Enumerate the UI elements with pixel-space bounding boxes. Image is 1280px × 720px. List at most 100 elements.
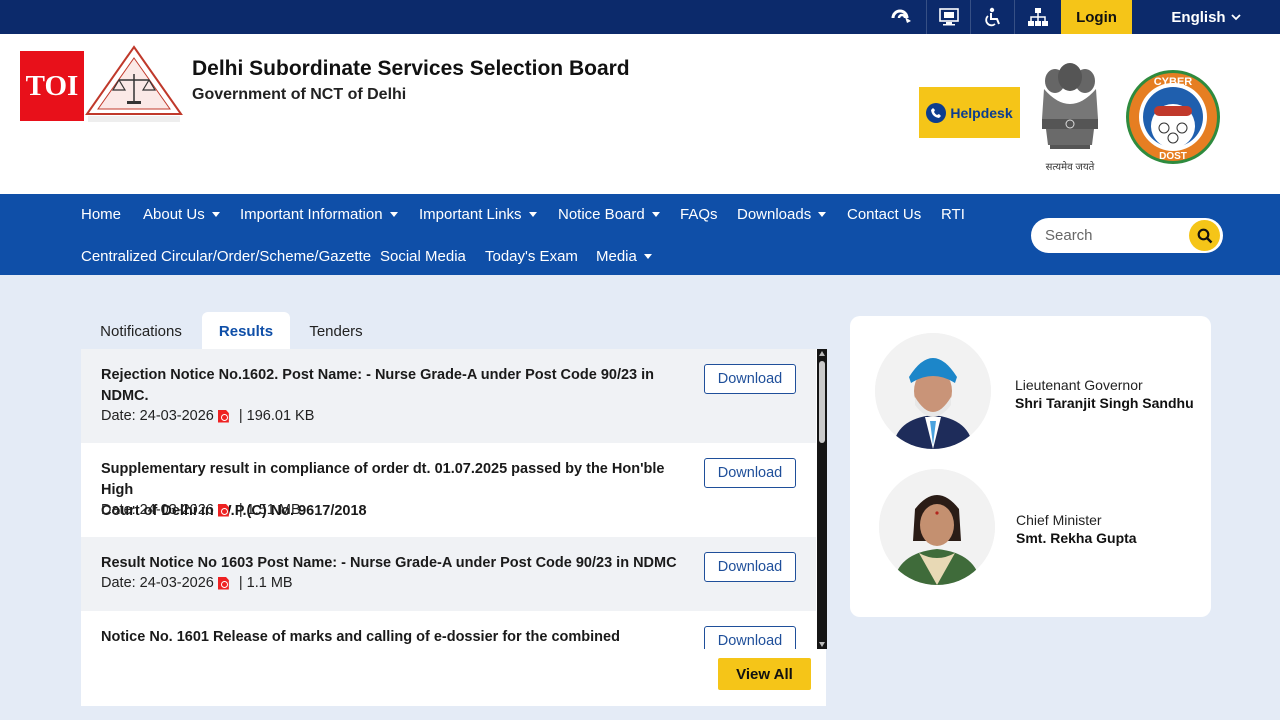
- nav-item-home[interactable]: Home: [81, 206, 121, 223]
- download-button[interactable]: Download: [704, 552, 796, 582]
- caret-down-icon: [651, 212, 660, 217]
- language-label: English: [1171, 8, 1226, 26]
- result-date: Date: 24-03-2026: [101, 502, 214, 518]
- nav-item-centralized-circular[interactable]: Centralized Circular/Order/Scheme/Gazett…: [81, 248, 371, 265]
- result-title: Notice No. 1601 Release of marks and cal…: [101, 627, 671, 648]
- helpdesk-label: Helpdesk: [950, 104, 1013, 121]
- pdf-icon[interactable]: [217, 409, 229, 423]
- nav-item-rti[interactable]: RTI: [941, 206, 965, 223]
- result-meta: Date: 24-03-2026 | 196.01 KB: [101, 408, 314, 424]
- list-item: Notice No. 1601 Release of marks and cal…: [81, 611, 816, 649]
- scroll-down-arrow-icon[interactable]: [819, 642, 825, 647]
- nav-label: Notice Board: [558, 206, 645, 223]
- scroll-up-arrow-icon[interactable]: [819, 351, 825, 356]
- results-scrollbar[interactable]: [817, 349, 827, 649]
- caret-down-icon: [528, 212, 537, 217]
- page-title: Delhi Subordinate Services Selection Boa…: [192, 57, 630, 80]
- list-item: Rejection Notice No.1602. Post Name: - N…: [81, 349, 816, 443]
- results-list: Rejection Notice No.1602. Post Name: - N…: [81, 349, 816, 649]
- result-title: Result Notice No 1603 Post Name: - Nurse…: [101, 553, 701, 574]
- tab-notifications[interactable]: Notifications: [81, 312, 201, 350]
- official-role: Chief Minister: [1016, 512, 1102, 528]
- file-size: | 1.51 MB: [238, 502, 301, 518]
- result-meta: Date: 24-03-2026 | 1.1 MB: [101, 575, 293, 591]
- cyber-dost-logo-icon[interactable]: CYBER DOST: [1124, 68, 1222, 166]
- cyber-logo-text-top: CYBER: [1154, 76, 1193, 88]
- nav-item-important-links[interactable]: Important Links: [419, 206, 537, 223]
- page-subtitle: Government of NCT of Delhi: [192, 86, 407, 103]
- results-panel: Rejection Notice No.1602. Post Name: - N…: [81, 349, 827, 706]
- result-title-line: Notice No. 1601 Release of marks and cal…: [101, 629, 620, 645]
- caret-down-icon: [643, 254, 652, 259]
- file-size: | 196.01 KB: [238, 408, 315, 424]
- nav-item-todays-exam[interactable]: Today's Exam: [485, 248, 578, 265]
- result-date: Date: 24-03-2026: [101, 408, 214, 424]
- tab-results[interactable]: Results: [202, 312, 290, 350]
- caret-down-icon: [389, 212, 398, 217]
- chief-minister-photo: [879, 469, 995, 585]
- list-item: Supplementary result in compliance of or…: [81, 443, 816, 537]
- result-title-line: Supplementary result in compliance of or…: [101, 461, 665, 498]
- accessibility-icon[interactable]: [970, 0, 1014, 34]
- result-meta: Date: 24-03-2026 | 1.51 MB: [101, 502, 301, 518]
- view-all-button[interactable]: View All: [718, 658, 811, 690]
- scrollbar-thumb[interactable]: [819, 361, 825, 443]
- sitemap-icon[interactable]: [1014, 0, 1061, 34]
- nav-item-notice-board[interactable]: Notice Board: [558, 206, 660, 223]
- result-date: Date: 24-03-2026: [101, 575, 214, 591]
- search-icon: [1197, 228, 1212, 243]
- language-selector[interactable]: English: [1132, 0, 1280, 34]
- list-item: Result Notice No 1603 Post Name: - Nurse…: [81, 537, 816, 611]
- emblem-motto: सत्यमेव जयते: [1045, 162, 1095, 173]
- nav-label: Today's Exam: [485, 248, 578, 265]
- cyber-logo-text-bottom: DOST: [1159, 151, 1187, 162]
- officials-card: Lieutenant Governor Shri Taranjit Singh …: [850, 316, 1211, 617]
- pdf-icon[interactable]: [217, 503, 229, 517]
- nav-item-downloads[interactable]: Downloads: [737, 206, 827, 223]
- helpdesk-button[interactable]: Helpdesk: [919, 87, 1020, 138]
- download-button[interactable]: Download: [704, 364, 796, 394]
- nav-item-faqs[interactable]: FAQs: [680, 206, 718, 223]
- download-button[interactable]: Download: [704, 458, 796, 488]
- official-name: Smt. Rekha Gupta: [1016, 530, 1137, 546]
- tab-tenders[interactable]: Tenders: [291, 312, 381, 350]
- monitor-icon[interactable]: [926, 0, 970, 34]
- caret-down-icon: [818, 212, 827, 217]
- result-title-line: Result Notice No 1603 Post Name: - Nurse…: [101, 555, 677, 571]
- lieutenant-governor-photo: [875, 333, 991, 449]
- nav-label: RTI: [941, 206, 965, 223]
- official-name: Shri Taranjit Singh Sandhu: [1015, 395, 1194, 411]
- phone-icon: [926, 102, 947, 123]
- file-size: | 1.1 MB: [238, 575, 293, 591]
- nav-label: Media: [596, 248, 637, 265]
- nav-label: Important Information: [240, 206, 383, 223]
- download-button[interactable]: Download: [704, 626, 796, 649]
- pdf-icon[interactable]: [217, 576, 229, 590]
- main-navigation: Home About Us Important Information Impo…: [0, 194, 1280, 275]
- result-title: Rejection Notice No.1602. Post Name: - N…: [101, 365, 671, 407]
- site-header: TOI Delhi Subordinate Services Selection…: [0, 34, 1280, 194]
- screen-reader-icon[interactable]: [880, 0, 924, 34]
- search-box: [1031, 218, 1223, 253]
- search-input[interactable]: [1045, 218, 1185, 253]
- board-logo-icon[interactable]: [84, 44, 184, 126]
- login-button[interactable]: Login: [1061, 0, 1132, 34]
- nav-label: Centralized Circular/Order/Scheme/Gazett…: [81, 248, 372, 265]
- nav-item-social-media[interactable]: Social Media: [380, 248, 466, 265]
- nav-label: Downloads: [737, 206, 812, 223]
- nav-item-media[interactable]: Media: [596, 248, 652, 265]
- nav-label: About Us: [143, 206, 205, 223]
- nav-label: FAQs: [680, 206, 718, 223]
- top-utility-bar: Login English: [0, 0, 1280, 34]
- toi-logo: TOI: [20, 51, 84, 121]
- nav-label: Social Media: [380, 248, 466, 265]
- nav-item-about-us[interactable]: About Us: [143, 206, 220, 223]
- nav-label: Contact Us: [847, 206, 922, 223]
- result-title-line: Rejection Notice No.1602. Post Name: - N…: [101, 367, 655, 383]
- nav-item-contact-us[interactable]: Contact Us: [847, 206, 921, 223]
- nav-item-important-information[interactable]: Important Information: [240, 206, 398, 223]
- caret-down-icon: [211, 212, 220, 217]
- nav-label: Home: [81, 206, 122, 223]
- chevron-down-icon: [1230, 14, 1241, 21]
- search-button[interactable]: [1189, 220, 1220, 251]
